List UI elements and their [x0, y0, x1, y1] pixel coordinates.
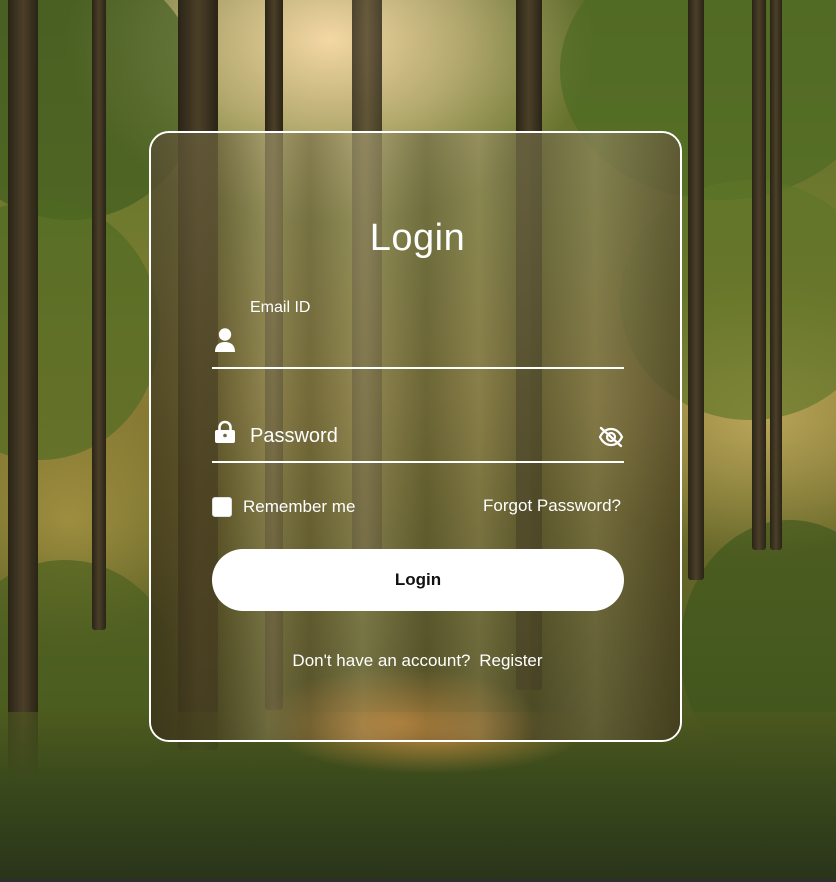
- remember-label: Remember me: [243, 497, 356, 516]
- user-icon: [215, 328, 235, 352]
- eye-slash-icon[interactable]: [598, 426, 624, 448]
- password-field: [212, 413, 624, 463]
- login-button[interactable]: Login: [212, 549, 624, 611]
- forgot-password-link[interactable]: Forgot Password?: [483, 496, 621, 516]
- email-field: Email ID: [212, 293, 624, 369]
- register-link[interactable]: Register: [479, 651, 542, 670]
- tree-trunk: [688, 0, 704, 580]
- tree-trunk: [92, 0, 106, 630]
- email-label: Email ID: [250, 299, 311, 316]
- tree-trunk: [752, 0, 766, 550]
- remember-checkbox[interactable]: [212, 497, 232, 517]
- tree-trunk: [8, 0, 38, 810]
- email-input[interactable]: [250, 331, 584, 361]
- register-prompt: Don't have an account?: [292, 651, 471, 670]
- remember-me[interactable]: Remember me: [212, 496, 355, 518]
- password-input[interactable]: [250, 421, 584, 451]
- login-title: Login: [369, 217, 466, 259]
- tree-trunk: [770, 0, 782, 550]
- login-card: Login Email ID Remember me Forgot Passwo…: [149, 131, 682, 742]
- lock-icon: [215, 420, 235, 443]
- register-row: Don't have an account? Register: [151, 651, 680, 671]
